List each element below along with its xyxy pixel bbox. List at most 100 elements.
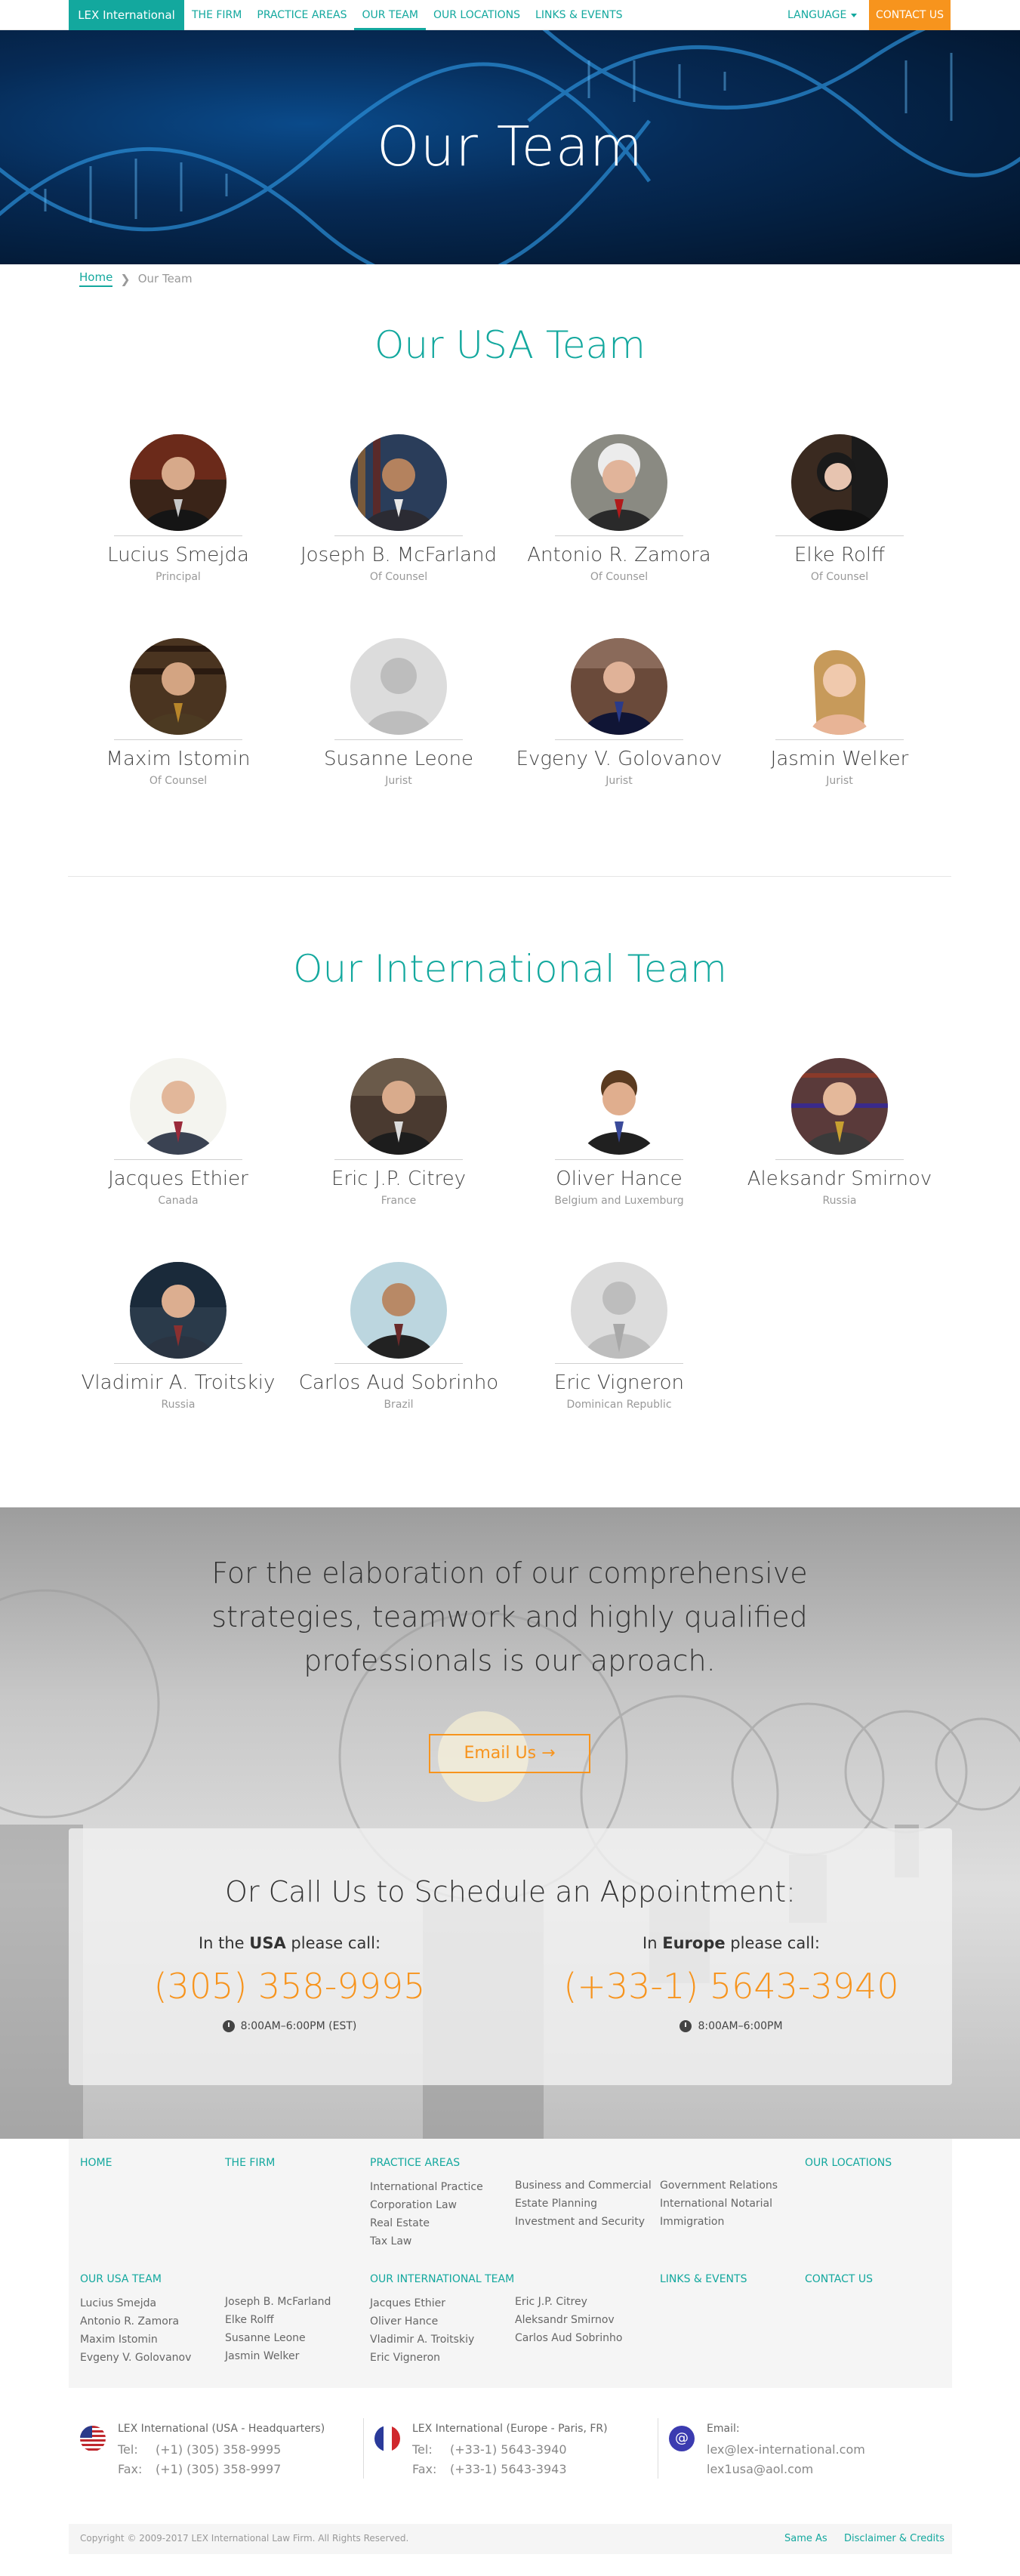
member-photo bbox=[350, 1262, 447, 1359]
top-navbar: LEX International THE FIRM PRACTICE AREA… bbox=[0, 0, 1020, 30]
footer-link[interactable]: Lucius Smejda bbox=[80, 2294, 191, 2312]
tel-label: Tel: bbox=[118, 2442, 138, 2457]
breadcrumb-current: Our Team bbox=[137, 272, 193, 285]
member-divider bbox=[114, 739, 242, 740]
nav-our-locations[interactable]: OUR LOCATIONS bbox=[426, 0, 528, 30]
member-role: France bbox=[381, 1195, 417, 1207]
contact-us-button[interactable]: CONTACT US bbox=[869, 0, 951, 30]
footer-link[interactable]: International Practice bbox=[370, 2178, 483, 2196]
footer-firm-link[interactable]: THE FIRM bbox=[225, 2157, 275, 2169]
footer-link[interactable]: Estate Planning bbox=[515, 2195, 652, 2213]
footer-link[interactable]: Evgeny V. Golovanov bbox=[80, 2349, 191, 2367]
team-member-card[interactable]: Lucius Smejda Principal bbox=[68, 434, 288, 583]
team-member-card[interactable]: Eric J.P. Citrey France bbox=[288, 1058, 509, 1207]
europe-phone-number[interactable]: (+33-1) 5643-3940 bbox=[510, 1966, 952, 2007]
member-divider bbox=[334, 535, 463, 536]
team-member-card[interactable]: Jasmin Welker Jurist bbox=[729, 638, 950, 787]
breadcrumb: Home ❯ Our Team bbox=[79, 270, 193, 288]
member-role: Of Counsel bbox=[369, 571, 428, 583]
footer-link[interactable]: Carlos Aud Sobrinho bbox=[515, 2329, 622, 2347]
europe-contact-title: LEX International (Europe - Paris, FR) bbox=[412, 2423, 608, 2435]
caret-down-icon bbox=[851, 13, 858, 17]
email-primary[interactable]: lex@lex-international.com bbox=[707, 2442, 865, 2457]
team-member-card[interactable]: Susanne Leone Jurist bbox=[288, 638, 509, 787]
footer-locations-link[interactable]: OUR LOCATIONS bbox=[805, 2157, 892, 2169]
footer-link[interactable]: Oliver Hance bbox=[370, 2312, 514, 2331]
member-role: Canada bbox=[158, 1195, 199, 1207]
member-photo bbox=[571, 1262, 667, 1359]
team-member-card[interactable]: Carlos Aud Sobrinho Brazil bbox=[288, 1262, 509, 1411]
footer-link[interactable]: Antonio R. Zamora bbox=[80, 2312, 191, 2331]
email-secondary[interactable]: lex1usa@aol.com bbox=[707, 2462, 813, 2476]
footer-link[interactable]: Tax Law bbox=[370, 2232, 483, 2251]
footer-intl-team-link[interactable]: OUR INTERNATIONAL TEAM bbox=[370, 2273, 514, 2285]
footer-link[interactable]: Vladimir A. Troitskiy bbox=[370, 2331, 514, 2349]
europe-call-region: Europe bbox=[662, 1934, 726, 1952]
footer-link[interactable]: Immigration bbox=[660, 2213, 778, 2231]
usa-contact: LEX International (USA - Headquarters) T… bbox=[80, 2411, 352, 2479]
team-member-card[interactable]: Maxim Istomin Of Counsel bbox=[68, 638, 288, 787]
member-divider bbox=[114, 1159, 242, 1160]
member-role: Of Counsel bbox=[590, 571, 649, 583]
team-member-card[interactable]: Aleksandr Smirnov Russia bbox=[729, 1058, 950, 1207]
team-member-card[interactable]: Jacques Ethier Canada bbox=[68, 1058, 288, 1207]
europe-tel[interactable]: (+33-1) 5643-3940 bbox=[450, 2442, 567, 2457]
team-member-card[interactable]: Oliver Hance Belgium and Luxemburg bbox=[509, 1058, 729, 1207]
footer-link[interactable]: Government Relations bbox=[660, 2176, 778, 2195]
footer-link[interactable]: Jasmin Welker bbox=[225, 2347, 331, 2365]
team-member-card[interactable]: Eric Vigneron Dominican Republic bbox=[509, 1262, 729, 1411]
nav-our-team[interactable]: OUR TEAM bbox=[354, 0, 426, 30]
member-divider bbox=[775, 739, 904, 740]
member-name: Elke Rolff bbox=[794, 544, 885, 566]
member-role: Jurist bbox=[826, 775, 853, 787]
footer-link[interactable]: Elke Rolff bbox=[225, 2311, 331, 2329]
footer-link[interactable]: Aleksandr Smirnov bbox=[515, 2311, 622, 2329]
footer-link[interactable]: Investment and Security bbox=[515, 2213, 652, 2231]
breadcrumb-home[interactable]: Home bbox=[79, 270, 113, 287]
member-name: Lucius Smejda bbox=[107, 544, 249, 566]
nav-practice-areas[interactable]: PRACTICE AREAS bbox=[249, 0, 354, 30]
footer-link[interactable]: Corporation Law bbox=[370, 2196, 483, 2214]
europe-hours: 8:00AM–6:00PM bbox=[510, 2020, 952, 2032]
footer-link[interactable]: Eric Vigneron bbox=[370, 2349, 514, 2367]
same-as-link[interactable]: Same As bbox=[784, 2533, 827, 2544]
footer-usa-team-link[interactable]: OUR USA TEAM bbox=[80, 2273, 191, 2285]
email-us-button[interactable]: Email Us → bbox=[429, 1734, 590, 1773]
footer-home-link[interactable]: HOME bbox=[80, 2157, 112, 2169]
team-member-card[interactable]: Vladimir A. Troitskiy Russia bbox=[68, 1262, 288, 1411]
usa-call-post: please call: bbox=[291, 1934, 381, 1952]
footer-link[interactable]: Joseph B. McFarland bbox=[225, 2293, 331, 2311]
member-divider bbox=[334, 1363, 463, 1364]
footer-contact-link[interactable]: CONTACT US bbox=[805, 2273, 873, 2285]
footer-link[interactable]: Jacques Ethier bbox=[370, 2294, 514, 2312]
member-photo bbox=[350, 1058, 447, 1155]
member-role: Russia bbox=[822, 1195, 857, 1207]
brand-logo[interactable]: LEX International bbox=[69, 0, 184, 30]
usa-tel[interactable]: (+1) (305) 358-9995 bbox=[156, 2442, 281, 2457]
footer-link[interactable]: Susanne Leone bbox=[225, 2329, 331, 2347]
team-member-card[interactable]: Elke Rolff Of Counsel bbox=[729, 434, 950, 583]
nav-links-events[interactable]: LINKS & EVENTS bbox=[528, 0, 630, 30]
footer-link[interactable]: Business and Commercial bbox=[515, 2176, 652, 2195]
copyright-text: Copyright © 2009-2017 LEX International … bbox=[80, 2533, 409, 2544]
team-member-card[interactable]: Joseph B. McFarland Of Counsel bbox=[288, 434, 509, 583]
language-label: LANGUAGE bbox=[787, 9, 847, 21]
team-member-card[interactable]: Evgeny V. Golovanov Jurist bbox=[509, 638, 729, 787]
disclaimer-link[interactable]: Disclaimer & Credits bbox=[844, 2533, 945, 2544]
member-photo bbox=[791, 638, 888, 735]
footer-links-events-link[interactable]: LINKS & EVENTS bbox=[660, 2273, 747, 2285]
footer-link[interactable]: Real Estate bbox=[370, 2214, 483, 2232]
nav-links: THE FIRM PRACTICE AREAS OUR TEAM OUR LOC… bbox=[184, 0, 630, 30]
member-name: Jacques Ethier bbox=[108, 1168, 248, 1190]
footer-practice-link[interactable]: PRACTICE AREAS bbox=[370, 2157, 483, 2169]
member-name: Eric Vigneron bbox=[554, 1371, 684, 1394]
footer-col-locations: OUR LOCATIONS bbox=[805, 2157, 892, 2178]
footer-link[interactable]: International Notarial bbox=[660, 2195, 778, 2213]
usa-phone-number[interactable]: (305) 358-9995 bbox=[69, 1966, 510, 2007]
footer-link[interactable]: Eric J.P. Citrey bbox=[515, 2293, 622, 2311]
team-member-card[interactable]: Antonio R. Zamora Of Counsel bbox=[509, 434, 729, 583]
footer-link[interactable]: Maxim Istomin bbox=[80, 2331, 191, 2349]
language-dropdown[interactable]: LANGUAGE bbox=[781, 0, 863, 30]
member-divider bbox=[555, 535, 683, 536]
nav-the-firm[interactable]: THE FIRM bbox=[184, 0, 249, 30]
